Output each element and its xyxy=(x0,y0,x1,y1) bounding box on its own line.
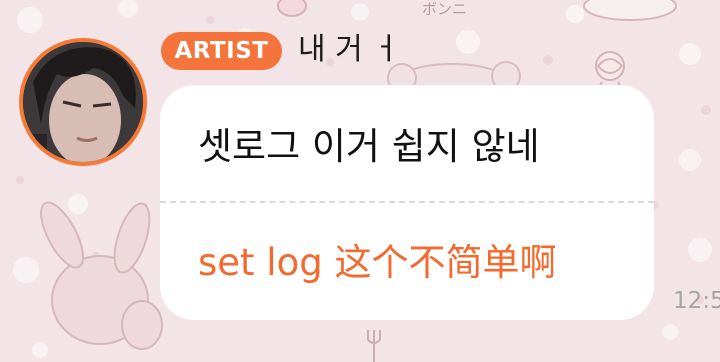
sender-name: 내 거 ㅓ xyxy=(298,32,400,67)
translation-divider xyxy=(160,201,654,203)
avatar-photo xyxy=(23,42,143,162)
sticker-text: ボンニ xyxy=(422,0,467,18)
bunny-sticker-icon xyxy=(40,201,163,350)
message-bubble[interactable]: 셋로그 이거 쉽지 않네 set log 这个不简单啊 xyxy=(160,85,654,320)
message-original-text: 셋로그 이거 쉽지 않네 xyxy=(198,125,540,168)
artist-avatar[interactable] xyxy=(19,38,147,166)
strawberry-sticker-icon xyxy=(277,0,307,17)
artist-badge: ARTIST xyxy=(161,32,282,70)
fork-sticker-icon xyxy=(367,330,381,362)
message-timestamp: 12:5 xyxy=(673,288,720,314)
message-translation-text: set log 这个不简单啊 xyxy=(198,241,557,284)
plate-sticker-icon xyxy=(583,0,677,21)
